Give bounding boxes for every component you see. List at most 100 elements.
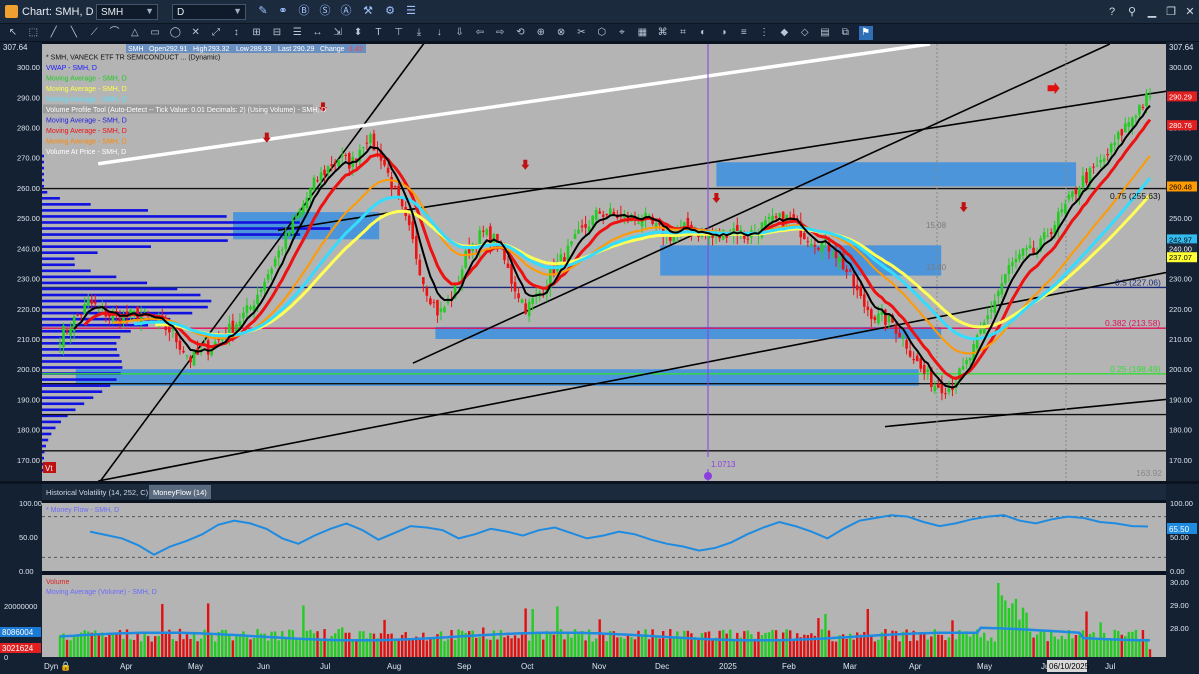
pencil-icon[interactable]: ✎ — [256, 4, 270, 18]
minimize-button[interactable]: ▁ — [1145, 5, 1159, 19]
drawing-tool-icon[interactable]: ⊕ — [534, 26, 548, 40]
volume-profile-bar — [42, 396, 94, 400]
drawing-tool-icon[interactable]: ⇩ — [453, 26, 467, 40]
drawing-tool-icon[interactable]: ▦ — [635, 26, 649, 40]
chart-area[interactable]: SMH Open 292.91 High 293.32 Low 289.33 L… — [0, 42, 1199, 674]
legend-entry[interactable]: Moving Average - SMH, D — [46, 76, 127, 83]
drawing-tool-icon[interactable]: ╱ — [47, 26, 61, 40]
drawing-tool-icon[interactable]: ⧉ — [838, 26, 852, 40]
chevron-down-icon[interactable]: ▼ — [145, 6, 154, 16]
volume-bar — [778, 640, 781, 657]
candle-body — [820, 242, 824, 253]
list-icon[interactable]: ☰ — [404, 4, 418, 18]
vline-handle-icon[interactable] — [704, 472, 712, 480]
drawing-tool-icon[interactable]: ☰ — [290, 26, 304, 40]
drawing-tool-icon[interactable]: ↖ — [6, 26, 20, 40]
symbol-combo[interactable]: SMH ▼ — [96, 4, 158, 20]
drawing-tool-icon[interactable]: ⟋ — [87, 26, 101, 40]
legend-entry[interactable]: Moving Average - SMH, D — [46, 139, 127, 146]
candle-body — [1074, 188, 1078, 195]
mfi-panel[interactable] — [42, 503, 1166, 571]
candle-body — [707, 235, 711, 239]
drawing-tool-icon[interactable]: ⌒ — [108, 26, 122, 40]
date-cursor-label: 06/10/2025 — [1049, 662, 1090, 671]
drawing-tool-icon[interactable]: ⇨ — [493, 26, 507, 40]
legend-entry[interactable]: Volume Profile Tool (Auto-Detect -- Tick… — [46, 107, 326, 114]
tools-icon[interactable]: ⚒ — [361, 4, 375, 18]
drawing-tool-icon[interactable]: ⌖ — [615, 26, 629, 40]
dyn-label[interactable]: Dyn — [44, 662, 58, 671]
legend-entry[interactable]: VWAP - SMH, D — [46, 65, 97, 72]
help-button[interactable]: ? — [1105, 5, 1119, 19]
candle-body — [1106, 153, 1109, 156]
drawing-tool-icon[interactable]: ◇ — [798, 26, 812, 40]
drawing-tool-icon[interactable]: ↓ — [432, 26, 446, 40]
legend-entry[interactable]: Moving Average - SMH, D — [46, 86, 127, 93]
drawing-tool-icon[interactable]: ◑ — [717, 26, 731, 40]
drawing-tool-icon[interactable]: ⌗ — [676, 26, 690, 40]
link-icon[interactable]: ⚭ — [276, 4, 290, 18]
drawing-tool-icon[interactable]: ⚑ — [858, 26, 873, 40]
drawing-tool-icon[interactable]: ✂ — [574, 26, 588, 40]
interval-combo[interactable]: D ▼ — [172, 4, 246, 20]
drawing-tool-icon[interactable]: ↕ — [229, 26, 243, 40]
chevron-down-icon[interactable]: ▼ — [233, 6, 242, 16]
window-title: Chart: SMH, D — [22, 6, 94, 18]
volume-bar — [273, 631, 277, 657]
legend-entry[interactable]: Volume At Price - SMH, D — [46, 149, 126, 156]
volume-bar — [693, 637, 697, 657]
drawing-tool-icon[interactable]: ⋮ — [757, 26, 771, 40]
drawing-tool-icon[interactable]: ⤓ — [412, 26, 426, 40]
legend-entry[interactable]: Moving Average - SMH, D — [46, 118, 127, 125]
drawing-tool-icon[interactable]: ▤ — [818, 26, 832, 40]
drawing-tool-icon[interactable]: ≡ — [737, 26, 751, 40]
candle-body — [326, 166, 330, 174]
drawing-tool-icon[interactable]: ⟲ — [514, 26, 528, 40]
pin-icon[interactable]: ⚲ — [1125, 5, 1139, 19]
legend-entry[interactable]: Moving Average - SMH, D — [46, 97, 127, 104]
drawing-tool-icon[interactable]: ◯ — [168, 26, 182, 40]
drawing-tool-icon[interactable]: ⬍ — [351, 26, 365, 40]
gear-icon[interactable]: ⚙ — [383, 4, 397, 18]
price-tick-left: 190.00 — [17, 395, 40, 404]
drawing-tool-icon[interactable]: ↔ — [311, 26, 325, 40]
legend-entry[interactable]: Moving Average - SMH, D — [46, 128, 127, 135]
drawing-tool-icon[interactable]: ⬚ — [26, 26, 40, 40]
interval-value: D — [177, 7, 185, 18]
support-zone[interactable] — [716, 162, 1077, 187]
b-circle-icon[interactable]: Ⓑ — [297, 4, 311, 18]
maximize-button[interactable]: ❐ — [1164, 5, 1178, 19]
candle-body — [1099, 160, 1102, 163]
drawing-tool-icon[interactable]: ⊟ — [270, 26, 284, 40]
candle-body — [383, 159, 386, 166]
drawing-tool-icon[interactable]: ⊞ — [250, 26, 264, 40]
drawing-tool-icon[interactable]: △ — [128, 26, 142, 40]
lock-icon[interactable]: 🔒 — [60, 661, 71, 671]
drawing-tool-icon[interactable]: ▭ — [148, 26, 162, 40]
drawing-tool-icon[interactable]: ✕ — [189, 26, 203, 40]
drawing-tool-icon[interactable]: ◆ — [777, 26, 791, 40]
s-circle-icon[interactable]: Ⓢ — [318, 4, 332, 18]
drawing-tool-icon[interactable]: ⇦ — [473, 26, 487, 40]
a-circle-icon[interactable]: Ⓐ — [339, 4, 353, 18]
drawing-tool-icon[interactable]: ⤢ — [209, 26, 223, 40]
drawing-tool-icon[interactable]: ⌘ — [656, 26, 670, 40]
drawing-tool-icon[interactable]: ⇲ — [331, 26, 345, 40]
drawing-tool-icon[interactable]: T — [371, 26, 385, 40]
volume-bar — [517, 638, 520, 657]
drawing-tool-icon[interactable]: ⊤ — [392, 26, 406, 40]
legend-entry[interactable]: * SMH, VANECK ETF TR SEMICONDUCT ... (Dy… — [46, 55, 220, 62]
drawing-tool-icon[interactable]: ╲ — [67, 26, 81, 40]
volume-profile-bar — [42, 360, 122, 363]
drawing-tool-icon[interactable]: ⊗ — [554, 26, 568, 40]
drawing-tool-icon[interactable]: ⬡ — [595, 26, 609, 40]
candle-body — [270, 268, 273, 275]
volume-bar — [1018, 619, 1021, 657]
close-button[interactable]: ✕ — [1183, 5, 1197, 19]
time-tick-label: Sep — [457, 662, 472, 671]
candle-body — [774, 216, 778, 219]
volume-bar — [605, 641, 608, 657]
volume-profile-bar — [42, 245, 151, 248]
drawing-tool-icon[interactable]: ◐ — [696, 26, 710, 40]
volume-bar — [348, 632, 351, 657]
